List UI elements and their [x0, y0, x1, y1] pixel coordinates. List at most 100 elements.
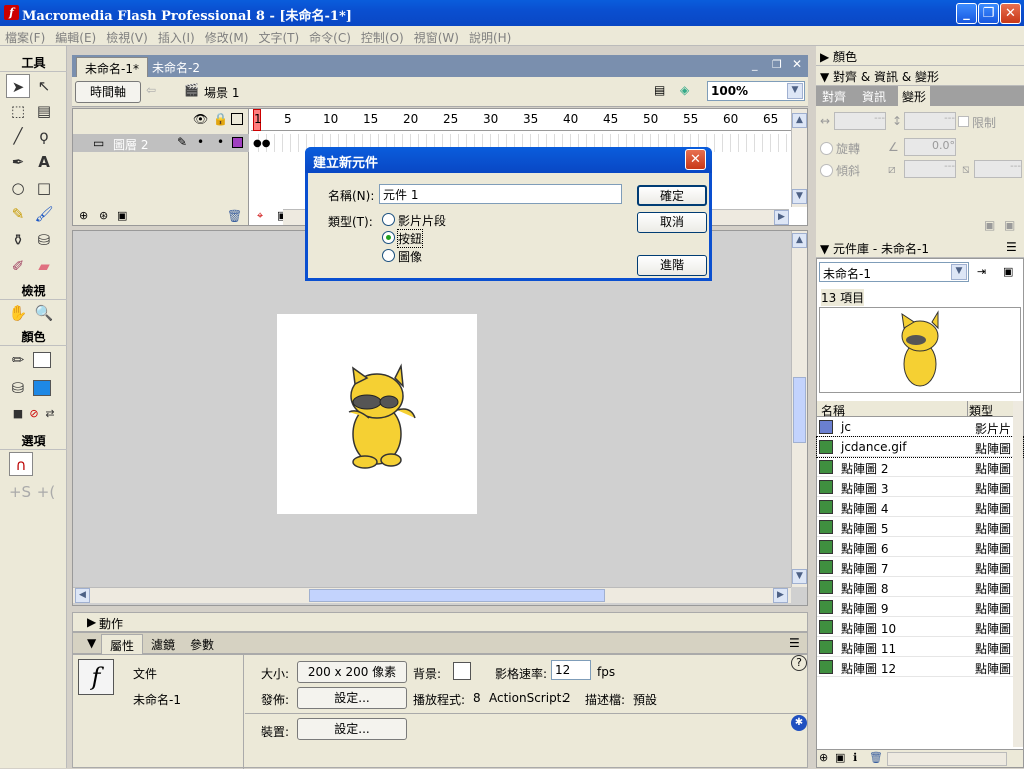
type-movieclip-label[interactable]: 影片片段: [398, 212, 446, 229]
timeline-vscroll[interactable]: ▲ ▼: [791, 109, 807, 207]
brush-tool-icon[interactable]: 🖌: [32, 202, 56, 226]
eyedropper-icon[interactable]: ✐: [6, 254, 30, 278]
expand-arrow-icon[interactable]: ▶: [87, 615, 96, 629]
library-item[interactable]: 點陣圖 8 點陣圖: [817, 577, 1023, 597]
actions-label[interactable]: 動作: [99, 615, 123, 632]
collapse-arrow-icon[interactable]: ▼: [87, 636, 96, 650]
stage-scroll-down-icon[interactable]: ▼: [792, 569, 807, 584]
menu-window[interactable]: 視窗(W): [409, 26, 464, 49]
stage-hscroll-thumb[interactable]: [309, 589, 605, 602]
line-tool-icon[interactable]: ╱: [6, 124, 30, 148]
paint-bucket-icon[interactable]: ⛁: [32, 228, 56, 252]
collapse-arrow-icon[interactable]: ▼: [820, 70, 833, 84]
type-graphic-radio[interactable]: [382, 249, 395, 262]
stage-scroll-left-icon[interactable]: ◀: [75, 588, 90, 603]
scroll-up-icon[interactable]: ▲: [792, 113, 807, 128]
menu-modify[interactable]: 修改(M): [200, 26, 254, 49]
new-library-panel-icon[interactable]: ▣: [1003, 265, 1013, 278]
device-settings-button[interactable]: 設定...: [297, 718, 407, 740]
constrain-checkbox[interactable]: [958, 116, 969, 127]
panel-menu-icon[interactable]: ☰: [789, 636, 800, 650]
minimize-button[interactable]: _: [956, 3, 977, 24]
scroll-down-icon[interactable]: ▼: [792, 189, 807, 204]
tab-doc-2[interactable]: 未命名-2: [144, 57, 208, 77]
rectangle-tool-icon[interactable]: □: [32, 176, 56, 200]
zoom-tool-icon[interactable]: 🔍: [32, 301, 56, 325]
layer-lock-dot[interactable]: •: [217, 135, 224, 149]
library-item[interactable]: 點陣圖 4 點陣圖: [817, 497, 1023, 517]
stage-scroll-right-icon[interactable]: ▶: [773, 588, 788, 603]
library-doc-select[interactable]: 未命名-1 ▼: [819, 262, 969, 282]
library-item[interactable]: jc 影片片: [817, 417, 1023, 437]
zoom-select[interactable]: 100% ▼: [707, 81, 805, 101]
tab-parameters[interactable]: 參數: [190, 636, 214, 653]
pencil-tool-icon[interactable]: ✎: [6, 202, 30, 226]
selection-tool-icon[interactable]: ➤: [6, 74, 30, 98]
doc-restore-icon[interactable]: ❐: [772, 58, 782, 71]
ok-button[interactable]: 確定: [637, 185, 707, 206]
library-item[interactable]: 點陣圖 5 點陣圖: [817, 517, 1023, 537]
color-panel-label[interactable]: 顏色: [833, 50, 857, 64]
snap-magnet-icon[interactable]: ∩: [9, 452, 33, 476]
type-button-radio[interactable]: [382, 231, 395, 244]
library-panel-header[interactable]: ▼ 元件庫 - 未命名-1 ☰: [816, 238, 1024, 258]
library-item[interactable]: 點陣圖 6 點陣圖: [817, 537, 1023, 557]
publish-settings-button[interactable]: 設定...: [297, 687, 407, 709]
skew-v-input[interactable]: ---: [974, 160, 1022, 178]
background-color-swatch[interactable]: [453, 662, 471, 680]
pen-tool-icon[interactable]: ✒: [6, 150, 30, 174]
layer-row[interactable]: ▭ 圖層 2 ✎ • •: [73, 134, 249, 152]
center-frame-icon[interactable]: ⌖: [257, 209, 263, 223]
layer-color-swatch[interactable]: [232, 137, 243, 148]
tab-doc-1[interactable]: 未命名-1*: [76, 57, 148, 77]
insert-layer-icon[interactable]: ⊕: [79, 209, 88, 222]
cancel-button[interactable]: 取消: [637, 212, 707, 233]
stage-vscroll[interactable]: ▲ ▼: [791, 231, 807, 587]
fill-color-swatch[interactable]: [33, 380, 51, 396]
new-folder-icon[interactable]: ▣: [835, 751, 845, 764]
tab-transform[interactable]: 變形: [898, 86, 931, 107]
accessibility-icon[interactable]: ✱: [791, 715, 807, 731]
dialog-close-button[interactable]: ✕: [685, 149, 706, 170]
library-item[interactable]: 點陣圖 11 點陣圖: [817, 637, 1023, 657]
skew-h-input[interactable]: ---: [904, 160, 956, 178]
library-item[interactable]: 點陣圖 3 點陣圖: [817, 477, 1023, 497]
library-item[interactable]: 點陣圖 9 點陣圖: [817, 597, 1023, 617]
help-icon[interactable]: ?: [791, 655, 807, 671]
stroke-color-swatch[interactable]: [33, 352, 51, 368]
insert-folder-icon[interactable]: ▣: [117, 209, 127, 222]
size-button[interactable]: 200 x 200 像素: [297, 661, 407, 683]
type-movieclip-radio[interactable]: [382, 213, 395, 226]
keyframe-dot[interactable]: ●●: [253, 138, 270, 149]
subselection-tool-icon[interactable]: ↖: [32, 74, 56, 98]
type-button-label[interactable]: 按鈕: [396, 229, 424, 248]
library-menu-icon[interactable]: ☰: [1006, 240, 1017, 254]
frame-rate-input[interactable]: [551, 660, 591, 680]
delete-layer-icon[interactable]: 🗑: [227, 209, 242, 223]
actions-panel-header[interactable]: ▶ 動作: [72, 612, 808, 632]
cat-character-image[interactable]: [277, 314, 477, 514]
skew-radio[interactable]: [820, 164, 833, 177]
menu-insert[interactable]: 插入(I): [153, 26, 200, 49]
timeline-toggle-button[interactable]: 時間軸: [75, 81, 141, 103]
menu-text[interactable]: 文字(T): [253, 26, 304, 49]
height-input[interactable]: ---: [904, 112, 956, 130]
eraser-icon[interactable]: ▰: [32, 254, 56, 278]
edit-scene-icon[interactable]: ▤: [654, 83, 665, 97]
advanced-button[interactable]: 進階: [637, 255, 707, 276]
menu-view[interactable]: 檢視(V): [101, 26, 153, 49]
color-panel-header[interactable]: ▶ 顏色: [816, 46, 1024, 66]
outline-icon[interactable]: [231, 113, 243, 125]
menu-commands[interactable]: 命令(C): [304, 26, 356, 49]
menu-help[interactable]: 說明(H): [464, 26, 516, 49]
stroke-color-icon[interactable]: ✏: [6, 348, 30, 372]
library-dropdown-icon[interactable]: ▼: [951, 264, 967, 280]
library-vscroll[interactable]: [1013, 401, 1023, 747]
stage-vscroll-thumb[interactable]: [793, 377, 806, 443]
expand-arrow-icon[interactable]: ▶: [820, 50, 833, 64]
edit-symbols-icon[interactable]: ◈: [680, 83, 689, 97]
properties-icon[interactable]: ℹ: [853, 751, 857, 764]
width-input[interactable]: ---: [834, 112, 886, 130]
close-window-button[interactable]: ✕: [1000, 3, 1021, 24]
symbol-name-input[interactable]: [379, 184, 622, 204]
